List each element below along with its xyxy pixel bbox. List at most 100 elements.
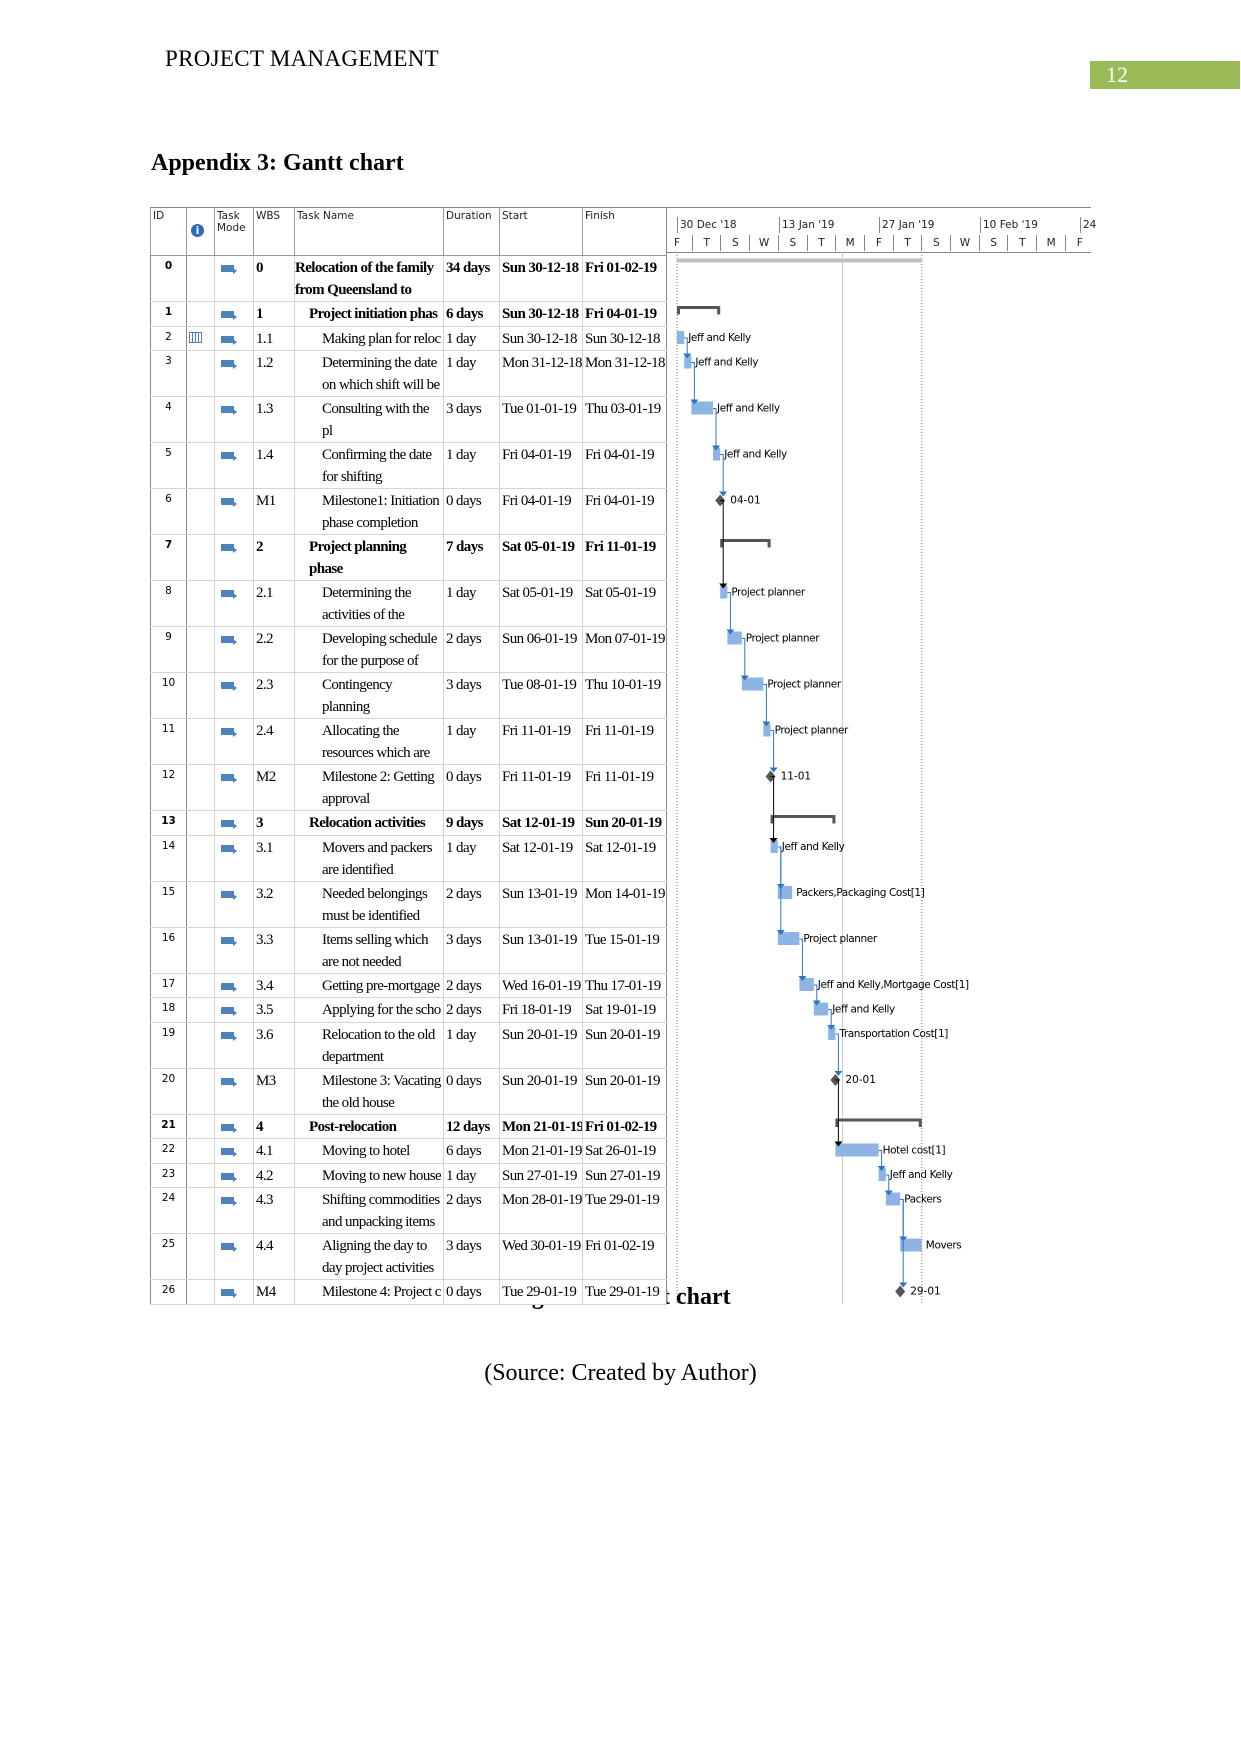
- task-row[interactable]: 14 3.1 Movers and packers are identified 1 …: [150, 834, 667, 882]
- task-duration: 3 days: [443, 1233, 500, 1280]
- task-name[interactable]: Relocation to the old department: [294, 1021, 444, 1069]
- task-name[interactable]: Confirming the date for shifting: [294, 442, 444, 489]
- task-bar: [835, 1143, 879, 1157]
- col-start[interactable]: Start: [499, 207, 583, 256]
- task-id: 2: [150, 325, 187, 351]
- task-row[interactable]: 7 2 Project planning phase 7 days Sat 05-01-…: [150, 534, 667, 581]
- task-name[interactable]: Project initiation phas: [294, 301, 444, 327]
- resource-label: Project planner: [746, 633, 820, 645]
- task-finish: Sun 20-01-19: [582, 810, 667, 836]
- task-row[interactable]: 20 M3 Milestone 3: Vacating the old house 0…: [150, 1067, 667, 1115]
- task-name[interactable]: Milestone 3: Vacating the old house: [294, 1067, 444, 1115]
- task-finish: Tue 15-01-19: [582, 926, 667, 974]
- auto-scheduled-icon: [221, 498, 237, 507]
- task-row[interactable]: 26 M4 Milestone 4: Project c0 days Tue 29-0…: [150, 1279, 667, 1305]
- indicator-cell: [186, 534, 215, 581]
- task-row[interactable]: 6 M1 Milestone1: Initiation phase completi…: [150, 488, 667, 535]
- task-start: Sun 30-12-18: [499, 255, 583, 302]
- col-duration[interactable]: Duration: [443, 207, 500, 256]
- col-wbs[interactable]: WBS: [253, 207, 295, 256]
- task-bar: [777, 886, 793, 899]
- task-id: 23: [150, 1162, 187, 1188]
- task-name[interactable]: Movers and packers are identified: [294, 834, 444, 882]
- task-name[interactable]: Post-relocation: [294, 1113, 444, 1139]
- task-mode-cell: [214, 301, 254, 327]
- col-task-mode[interactable]: Task Mode: [214, 207, 254, 256]
- task-row[interactable]: 13 3 Relocation activities 9 days Sat 12-01-…: [150, 810, 667, 836]
- col-task-name[interactable]: Task Name: [294, 207, 444, 256]
- col-indicators[interactable]: i: [186, 207, 215, 256]
- task-row[interactable]: 1 1 Project initiation phas 6 days Sun 30-12…: [150, 301, 667, 327]
- task-start: Sun 06-01-19: [499, 626, 583, 673]
- task-row[interactable]: 21 4 Post-relocation 12 days Mon 21-01-19 Fri…: [150, 1113, 667, 1139]
- task-name[interactable]: Milestone 4: Project c: [294, 1279, 444, 1305]
- auto-scheduled-icon: [221, 1243, 237, 1252]
- page-number: 12: [1090, 61, 1240, 89]
- task-name[interactable]: Contingency planning: [294, 672, 444, 719]
- task-duration: 2 days: [443, 1187, 500, 1234]
- task-row[interactable]: 23 4.2 Moving to new house 1 day Sun 27-01-1…: [150, 1162, 667, 1188]
- task-name[interactable]: Applying for the scho: [294, 997, 444, 1023]
- resource-label: Project planner: [767, 679, 841, 691]
- task-row[interactable]: 16 3.3 Items selling which are not needed 3…: [150, 926, 667, 974]
- resource-label: Jeff and Kelly: [723, 449, 787, 461]
- task-id: 16: [150, 926, 187, 974]
- task-finish: Sat 05-01-19: [582, 580, 667, 627]
- task-name[interactable]: Getting pre-mortgage: [294, 972, 444, 998]
- task-row[interactable]: 24 4.3 Shifting commodities and unpacking …: [150, 1187, 667, 1234]
- task-name[interactable]: Items selling which are not needed: [294, 926, 444, 974]
- task-start: Fri 11-01-19: [499, 764, 583, 811]
- task-duration: 1 day: [443, 1021, 500, 1069]
- task-name[interactable]: Needed belongings must be identified: [294, 880, 444, 928]
- task-finish: Sat 19-01-19: [582, 997, 667, 1023]
- task-start: Sat 05-01-19: [499, 580, 583, 627]
- task-duration: 0 days: [443, 764, 500, 811]
- auto-scheduled-icon: [221, 682, 237, 691]
- task-row[interactable]: 15 3.2 Needed belongings must be identifie…: [150, 880, 667, 928]
- task-row[interactable]: 10 2.3 Contingency planning 3 days Tue 08-01…: [150, 672, 667, 719]
- indicator-cell: [186, 350, 215, 397]
- task-row[interactable]: 25 4.4 Aligning the day to day project act…: [150, 1233, 667, 1280]
- task-name[interactable]: Consulting with the pl: [294, 396, 444, 443]
- task-row[interactable]: 22 4.1 Moving to hotel 6 days Mon 21-01-19 Sa…: [150, 1138, 667, 1164]
- task-row[interactable]: 5 1.4 Confirming the date for shifting 1 da…: [150, 442, 667, 489]
- task-name-text: Making plan for reloc: [322, 330, 441, 347]
- task-name[interactable]: Project planning phase: [294, 534, 444, 581]
- task-mode-cell: [214, 1233, 254, 1280]
- task-name[interactable]: Determining the activities of the: [294, 580, 444, 627]
- auto-scheduled-icon: [221, 1148, 237, 1157]
- task-name-text: Items selling which are not needed: [322, 931, 429, 970]
- task-name[interactable]: Relocation activities: [294, 810, 444, 836]
- task-name[interactable]: Moving to new house: [294, 1162, 444, 1188]
- col-finish[interactable]: Finish: [582, 207, 667, 256]
- task-name[interactable]: Making plan for reloc: [294, 325, 444, 351]
- task-row[interactable]: 4 1.3 Consulting with the pl 3 days Tue 01-0…: [150, 396, 667, 443]
- task-name[interactable]: Shifting commodities and unpacking items: [294, 1187, 444, 1234]
- indicator-cell: [186, 880, 215, 928]
- task-row[interactable]: 19 3.6 Relocation to the old department 1 d…: [150, 1021, 667, 1069]
- task-start: Mon 21-01-19: [499, 1113, 583, 1139]
- indicator-cell: [186, 1113, 215, 1139]
- task-start: Sat 05-01-19: [499, 534, 583, 581]
- task-name[interactable]: Determining the date on which shift will…: [294, 350, 444, 397]
- task-row[interactable]: 11 2.4 Allocating the resources which are 1…: [150, 718, 667, 765]
- task-row[interactable]: 9 2.2 Developing schedule for the purpose …: [150, 626, 667, 673]
- task-finish: Mon 31-12-18: [582, 350, 667, 397]
- task-row[interactable]: 0 0 Relocation of the family from Queensla…: [150, 255, 667, 302]
- task-name[interactable]: Allocating the resources which are: [294, 718, 444, 765]
- task-name[interactable]: Aligning the day to day project activiti…: [294, 1233, 444, 1280]
- col-id[interactable]: ID: [150, 207, 187, 256]
- task-row[interactable]: 8 2.1 Determining the activities of the 1 d…: [150, 580, 667, 627]
- task-name[interactable]: Moving to hotel: [294, 1138, 444, 1164]
- task-row[interactable]: 3 1.2 Determining the date on which shift …: [150, 350, 667, 397]
- task-name[interactable]: Relocation of the family from Queensland…: [294, 255, 444, 302]
- task-start: Sun 20-01-19: [499, 1021, 583, 1069]
- task-name[interactable]: Milestone1: Initiation phase completion: [294, 488, 444, 535]
- task-row[interactable]: 17 3.4 Getting pre-mortgage 2 days Wed 16-01…: [150, 972, 667, 998]
- task-row[interactable]: 18 3.5 Applying for the scho 2 days Fri 18-0…: [150, 997, 667, 1023]
- task-row[interactable]: 12 M2 Milestone 2: Getting approval 0 days F…: [150, 764, 667, 811]
- task-row[interactable]: 2 1.1 Making plan for reloc 1 day Sun 30-12-…: [150, 325, 667, 351]
- task-name[interactable]: Milestone 2: Getting approval: [294, 764, 444, 811]
- task-name-text: Getting pre-mortgage: [322, 977, 440, 994]
- task-name[interactable]: Developing schedule for the purpose of: [294, 626, 444, 673]
